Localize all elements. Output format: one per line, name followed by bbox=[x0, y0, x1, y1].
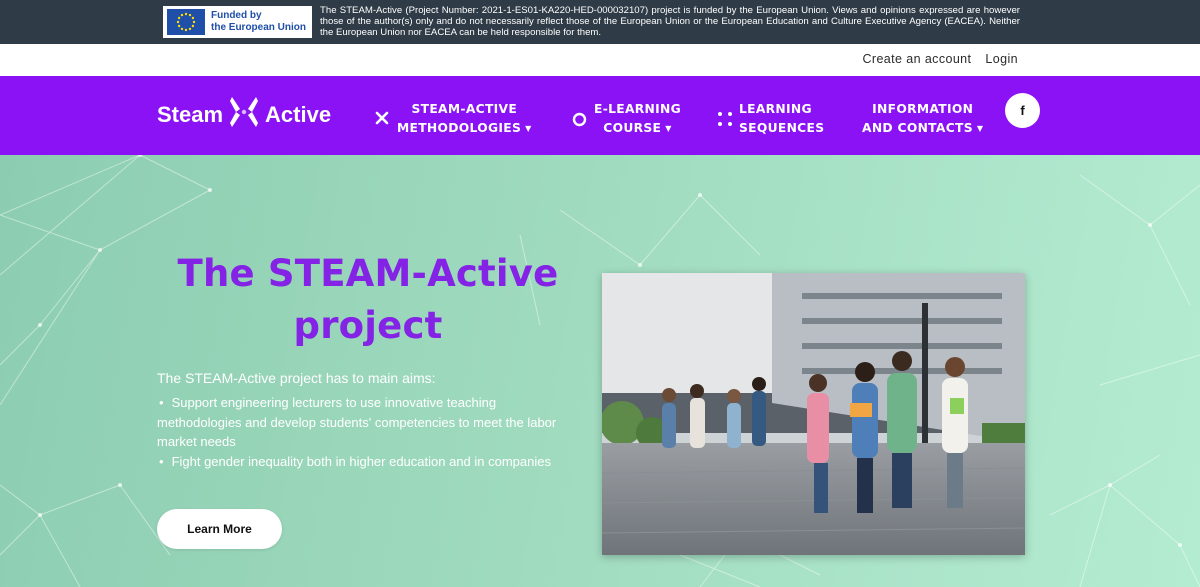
eu-logo: Funded by the European Union bbox=[163, 6, 312, 38]
eu-funding-banner: Funded by the European Union The STEAM-A… bbox=[0, 0, 1200, 44]
nav-information-and-contacts[interactable]: INFORMATION AND CONTACTS ▼ bbox=[862, 100, 983, 138]
list-item: Fight gender inequality both in higher e… bbox=[157, 452, 577, 472]
brand-x-icon bbox=[230, 95, 259, 135]
account-bar: Create an account Login bbox=[0, 44, 1200, 76]
login-link[interactable]: Login bbox=[985, 52, 1018, 66]
chevron-down-icon: ▼ bbox=[525, 124, 532, 133]
list-item: Support engineering lecturers to use inn… bbox=[157, 393, 577, 452]
eu-logo-line2: the European Union bbox=[211, 22, 306, 33]
brand-text-active: Active bbox=[265, 102, 332, 127]
steam-active-logo[interactable]: Steam Active bbox=[157, 95, 332, 135]
create-account-link[interactable]: Create an account bbox=[862, 52, 971, 66]
dots-grid-icon bbox=[717, 111, 733, 131]
eu-disclaimer-text: The STEAM-Active (Project Number: 2021-1… bbox=[320, 5, 1020, 38]
nav-learning-sequences[interactable]: LEARNING SEQUENCES bbox=[739, 100, 824, 138]
chevron-down-icon: ▼ bbox=[665, 124, 672, 133]
facebook-icon[interactable]: f bbox=[1005, 93, 1040, 128]
circle-icon bbox=[572, 112, 587, 131]
nav-steam-active-methodologies[interactable]: STEAM-ACTIVE METHODOLOGIES ▼ bbox=[397, 100, 532, 138]
main-navbar: Steam Active STEAM-ACTIVE METHODOLOGIES ▼… bbox=[0, 76, 1200, 155]
hero-intro-text: The STEAM-Active project has to main aim… bbox=[157, 370, 436, 386]
nav-e-learning-course[interactable]: E-LEARNING COURSE ▼ bbox=[594, 100, 681, 138]
page-title: The STEAM-Active project bbox=[177, 252, 559, 347]
eu-logo-line1: Funded by bbox=[211, 10, 262, 21]
x-icon bbox=[375, 110, 389, 129]
hero-aims-list: Support engineering lecturers to use inn… bbox=[157, 393, 577, 471]
brand-text-steam: Steam bbox=[157, 102, 224, 127]
learn-more-button[interactable]: Learn More bbox=[157, 509, 282, 549]
chevron-down-icon: ▼ bbox=[976, 124, 984, 133]
students-walking-photo bbox=[602, 273, 1025, 555]
eu-flag-icon bbox=[167, 9, 205, 35]
hero-section: The STEAM-Active project The STEAM-Activ… bbox=[0, 155, 1200, 587]
